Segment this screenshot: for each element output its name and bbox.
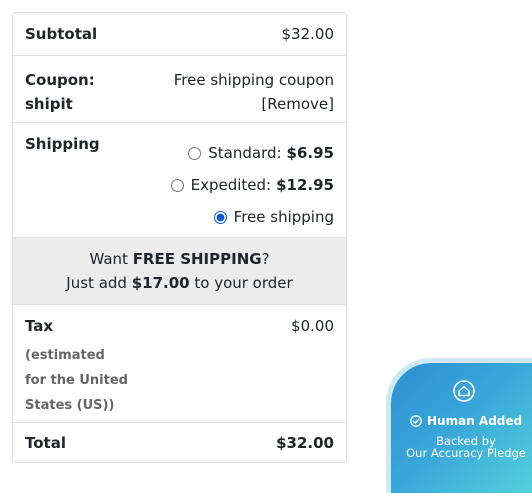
- promo-amount: $17.00: [131, 274, 190, 292]
- shipping-radio-expedited[interactable]: [170, 178, 184, 192]
- pledge-subtitle-2: Our Accuracy Pledge: [406, 446, 526, 460]
- promo-text: to your order: [189, 274, 293, 292]
- shipping-radio-free[interactable]: [213, 210, 227, 224]
- coupon-label-text: Coupon:: [25, 71, 95, 89]
- total-value: $32.00: [276, 434, 334, 452]
- promo-line-2: Just add $17.00 to your order: [13, 274, 346, 292]
- shipping-row: Shipping Standard: $6.95 Expedited: $12.…: [13, 123, 346, 238]
- promo-text: Want: [89, 250, 133, 268]
- tax-note-line: for the United: [25, 373, 128, 388]
- check-circle-icon: [410, 415, 422, 427]
- shipping-label: Shipping: [25, 135, 100, 153]
- shipping-radio-standard[interactable]: [188, 146, 202, 160]
- tax-row: Tax (estimated for the United States (US…: [13, 305, 346, 423]
- tax-value: $0.00: [291, 317, 334, 335]
- coupon-value: Free shipping coupon [Remove]: [174, 68, 334, 116]
- subtotal-label: Subtotal: [25, 25, 98, 43]
- coupon-description: Free shipping coupon: [173, 71, 334, 89]
- shipping-option-price: $6.95: [286, 144, 334, 162]
- pledge-title-text: Human Added: [427, 414, 523, 428]
- total-row: Total $32.00: [13, 423, 346, 462]
- coupon-row: Coupon: shipit Free shipping coupon [Rem…: [13, 56, 346, 123]
- shipping-option-name: Expedited:: [190, 176, 272, 194]
- total-label: Total: [25, 434, 66, 452]
- shipping-option-name: Free shipping: [233, 208, 334, 226]
- shipping-option-expedited[interactable]: Expedited: $12.95: [170, 176, 334, 194]
- pledge-title: Human Added: [410, 414, 522, 428]
- subtotal-row: Subtotal $32.00: [13, 13, 346, 56]
- shipping-option-name: Standard:: [208, 144, 282, 162]
- coupon-label: Coupon: shipit: [25, 68, 105, 116]
- promo-text: Just add: [66, 274, 132, 292]
- remove-coupon-link[interactable]: [Remove]: [174, 92, 334, 116]
- tax-note-line: (estimated: [25, 348, 105, 363]
- promo-text: ?: [261, 250, 270, 268]
- tax-estimate-note: (estimated for the United States (US)): [25, 343, 135, 418]
- tax-label: Tax: [25, 317, 54, 335]
- coupon-code: shipit: [25, 95, 73, 113]
- promo-strong: FREE SHIPPING: [132, 250, 262, 268]
- free-shipping-notice: Want FREE SHIPPING? Just add $17.00 to y…: [13, 238, 346, 305]
- shipping-option-price: $12.95: [276, 176, 334, 194]
- cart-totals-table: Subtotal $32.00 Coupon: shipit Free ship…: [12, 12, 347, 463]
- home-icon: [453, 380, 475, 402]
- shipping-option-standard[interactable]: Standard: $6.95: [188, 144, 334, 162]
- accuracy-pledge-badge[interactable]: Human Added Backed by Our Accuracy Pledg…: [391, 363, 532, 493]
- tax-note-line: States (US)): [25, 398, 115, 413]
- shipping-option-free[interactable]: Free shipping: [213, 208, 334, 226]
- promo-line-1: Want FREE SHIPPING?: [13, 250, 346, 268]
- subtotal-value: $32.00: [281, 25, 335, 43]
